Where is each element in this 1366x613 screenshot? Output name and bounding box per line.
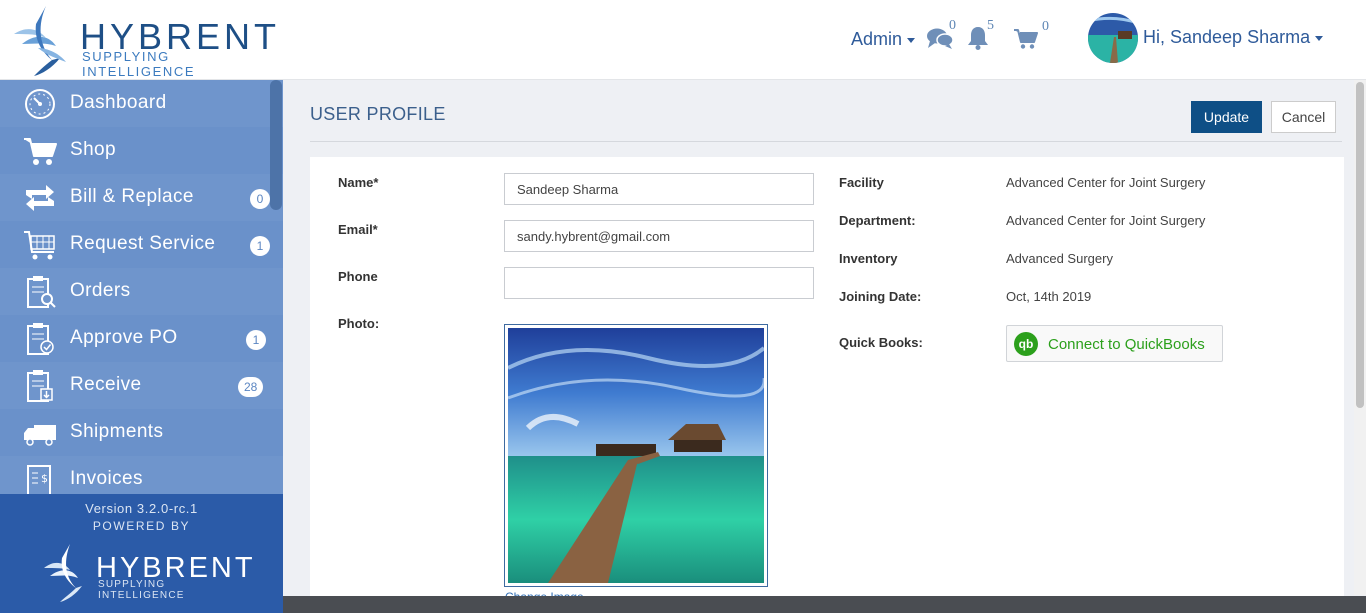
svg-text:$: $ [41, 472, 48, 485]
receive-clipboard-icon [27, 370, 53, 402]
sidebar-footer: Version 3.2.0-rc.1 POWERED BY HYBRENT SU… [0, 494, 283, 613]
facility-value: Advanced Center for Joint Surgery [1006, 175, 1206, 190]
logo-bird-icon [14, 6, 66, 76]
service-cart-icon [24, 231, 55, 260]
user-menu[interactable]: Hi, Sandeep Sharma [1143, 27, 1324, 48]
facility-label: Facility [839, 175, 884, 190]
caret-down-icon [1315, 35, 1324, 41]
powered-by-text: POWERED BY [92, 519, 191, 533]
avatar-image [1088, 13, 1138, 63]
truck-icon [24, 425, 56, 446]
connect-quickbooks-button[interactable]: qb Connect to QuickBooks [1006, 325, 1223, 362]
user-greeting: Hi, Sandeep Sharma [1143, 27, 1311, 47]
email-label: Email* [338, 222, 378, 237]
sidebar-item-receive[interactable]: Receive 28 [0, 362, 283, 409]
page-title: USER PROFILE [310, 104, 446, 124]
admin-dropdown[interactable]: Admin [851, 29, 916, 50]
sidebar-item-shipments[interactable]: Shipments [0, 409, 283, 456]
photo-label: Photo: [338, 316, 380, 331]
quickbooks-label: Quick Books: [839, 335, 923, 350]
joining-date-value: Oct, 14th 2019 [1006, 289, 1092, 304]
quickbooks-button-label: Connect to QuickBooks [1048, 336, 1205, 353]
sidebar-item-approve-po[interactable]: Approve PO 1 [0, 315, 283, 362]
quickbooks-logo-icon: qb [1014, 332, 1038, 356]
top-header: HYBRENT SUPPLYING INTELLIGENCE Admin 0 5… [0, 0, 1366, 80]
footer-logo: HYBRENT SUPPLYING INTELLIGENCE [40, 542, 253, 604]
cart-icon[interactable] [1013, 28, 1039, 50]
inventory-label: Inventory [839, 251, 898, 266]
orders-clipboard-icon [27, 276, 56, 308]
sidebar-item-bill-replace[interactable]: Bill & Replace 0 [0, 174, 283, 221]
email-field[interactable] [504, 220, 814, 252]
notifications-count: 5 [987, 18, 994, 33]
profile-photo-image [508, 328, 764, 583]
logo-bird-icon [44, 544, 82, 602]
page-scrollbar-thumb[interactable] [1356, 82, 1364, 408]
sidebar-item-dashboard[interactable]: Dashboard [0, 80, 283, 127]
shopping-cart-icon [24, 138, 57, 165]
bottom-bar [283, 596, 1366, 613]
sidebar-item-label: Request Service [70, 233, 216, 254]
sidebar-item-label: Orders [70, 280, 131, 301]
title-divider [310, 141, 1342, 142]
sidebar-badge: 0 [250, 189, 270, 209]
department-value: Advanced Center for Joint Surgery [1006, 213, 1206, 228]
invoice-icon: $ [27, 465, 51, 494]
logo-tagline: SUPPLYING INTELLIGENCE [82, 49, 196, 79]
sidebar-item-shop[interactable]: Shop [0, 127, 283, 174]
sidebar: Dashboard Shop Bill & Replace 0 Request … [0, 80, 283, 494]
sidebar-badge: 1 [250, 236, 270, 256]
admin-label: Admin [851, 29, 903, 49]
sidebar-scrollbar[interactable] [270, 80, 282, 210]
sidebar-item-label: Shop [70, 139, 116, 160]
sidebar-item-label: Dashboard [70, 92, 167, 113]
phone-field[interactable] [504, 267, 814, 299]
dashboard-gauge-icon [25, 89, 55, 119]
inventory-value: Advanced Surgery [1006, 251, 1113, 266]
version-text: Version 3.2.0-rc.1 [85, 501, 198, 516]
sidebar-item-request-service[interactable]: Request Service 1 [0, 221, 283, 268]
joining-date-label: Joining Date: [839, 289, 922, 304]
sidebar-item-label: Invoices [70, 468, 143, 489]
sidebar-item-label: Receive [70, 374, 142, 395]
sidebar-item-label: Shipments [70, 421, 164, 442]
sidebar-item-label: Bill & Replace [70, 186, 194, 207]
update-button[interactable]: Update [1191, 101, 1262, 133]
sidebar-item-label: Approve PO [70, 327, 178, 348]
name-field[interactable] [504, 173, 814, 205]
approve-clipboard-icon [27, 323, 54, 355]
name-label: Name* [338, 175, 379, 190]
phone-label: Phone [338, 269, 378, 284]
cart-count: 0 [1042, 19, 1049, 34]
hybrent-logo[interactable]: HYBRENT SUPPLYING INTELLIGENCE [8, 4, 288, 79]
sidebar-badge: 28 [238, 377, 264, 397]
messages-count: 0 [949, 18, 956, 33]
replace-arrows-icon [26, 185, 54, 211]
avatar[interactable] [1088, 13, 1138, 63]
cancel-button[interactable]: Cancel [1271, 101, 1336, 133]
sidebar-item-invoices[interactable]: $ Invoices [0, 456, 283, 494]
department-label: Department: [839, 213, 916, 228]
footer-logo-tagline: SUPPLYING INTELLIGENCE [98, 579, 185, 601]
sidebar-badge: 1 [246, 330, 266, 350]
caret-down-icon [907, 37, 916, 43]
sidebar-item-orders[interactable]: Orders [0, 268, 283, 315]
profile-photo[interactable] [504, 324, 768, 587]
